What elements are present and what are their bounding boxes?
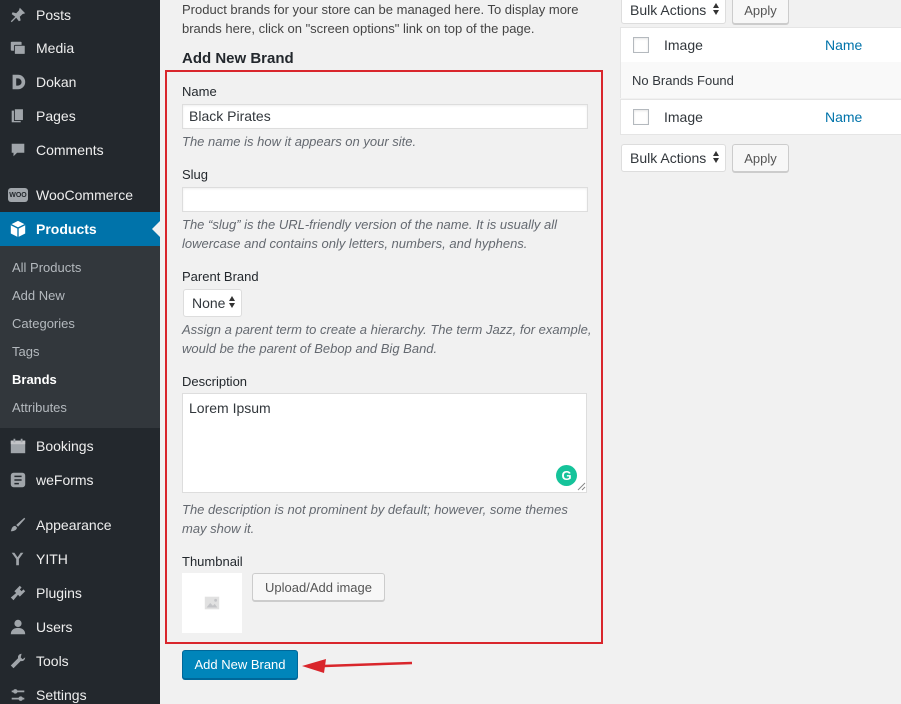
sidebar-item-label: Dokan: [36, 74, 77, 90]
pin-icon: [0, 6, 36, 24]
column-header-image: Image: [664, 37, 703, 53]
form-heading: Add New Brand: [182, 50, 294, 67]
sidebar-item-label: Pages: [36, 108, 76, 124]
yith-icon: [0, 550, 36, 568]
sidebar-item-settings[interactable]: Settings: [0, 678, 160, 704]
sidebar-item-plugins[interactable]: Plugins: [0, 576, 160, 610]
parent-brand-label: Parent Brand: [182, 269, 259, 284]
submenu-tags[interactable]: Tags: [12, 344, 39, 359]
slug-help: The “slug” is the URL-friendly version o…: [182, 217, 557, 251]
sidebar-item-label: Posts: [36, 7, 72, 23]
sidebar-item-yith[interactable]: YITH: [0, 542, 160, 576]
sidebar-item-tools[interactable]: Tools: [0, 644, 160, 678]
sidebar-item-label: Comments: [36, 142, 104, 158]
sidebar-item-label: Products: [36, 221, 97, 237]
comments-icon: [0, 141, 36, 159]
media-icon: [0, 39, 36, 57]
weforms-icon: [0, 471, 36, 489]
bulk-actions-label: Bulk Actions: [630, 150, 707, 166]
sidebar-item-label: weForms: [36, 472, 94, 488]
description-help: The description is not prominent by defa…: [182, 502, 568, 536]
sidebar-item-products[interactable]: Products: [0, 212, 160, 246]
select-arrows-icon: [713, 3, 719, 15]
sidebar-item-dokan[interactable]: Dokan: [0, 65, 160, 99]
sidebar-item-label: Settings: [36, 687, 87, 703]
sidebar-item-label: Appearance: [36, 517, 112, 533]
grammarly-icon[interactable]: G: [556, 465, 577, 486]
bulk-actions-select-top[interactable]: Bulk Actions: [621, 0, 726, 24]
woo-badge: WOO: [8, 188, 28, 202]
name-label: Name: [182, 84, 217, 99]
bulk-actions-select-bottom[interactable]: Bulk Actions: [621, 144, 726, 172]
submenu-categories[interactable]: Categories: [12, 316, 75, 331]
description-label: Description: [182, 374, 248, 389]
sidebar-item-media[interactable]: Media: [0, 31, 160, 65]
submenu-add-new[interactable]: Add New: [12, 288, 65, 303]
apply-button-bottom[interactable]: Apply: [732, 144, 789, 172]
submenu-all-products[interactable]: All Products: [12, 260, 81, 275]
bulk-actions-label: Bulk Actions: [630, 2, 707, 18]
thumbnail-preview: [182, 573, 242, 633]
select-arrows-icon: [229, 296, 235, 308]
settings-icon: [0, 686, 36, 704]
image-placeholder-icon: [204, 596, 220, 610]
sidebar-item-label: Plugins: [36, 585, 82, 601]
name-help: The name is how it appears on your site.: [182, 134, 417, 149]
description-textarea[interactable]: Lorem Ipsum: [182, 393, 587, 493]
paintbrush-icon: [0, 516, 36, 534]
parent-brand-value: None: [192, 295, 226, 311]
no-items-message: No Brands Found: [632, 72, 734, 88]
table-header-row: Image Name: [620, 27, 901, 63]
sidebar-item-pages[interactable]: Pages: [0, 99, 160, 133]
sidebar-item-label: Users: [36, 619, 73, 635]
table-empty-row: No Brands Found: [620, 62, 901, 98]
add-new-brand-button[interactable]: Add New Brand: [182, 650, 298, 679]
sidebar-item-comments[interactable]: Comments: [0, 133, 160, 167]
calendar-icon: [0, 437, 36, 455]
pointer-arrow-annotation: [302, 659, 413, 673]
sidebar-item-posts[interactable]: Posts: [0, 0, 160, 32]
select-all-checkbox[interactable]: [633, 37, 649, 53]
sidebar-item-weforms[interactable]: weForms: [0, 463, 160, 497]
dokan-icon: [0, 73, 36, 91]
sidebar-item-users[interactable]: Users: [0, 610, 160, 644]
resize-handle-icon[interactable]: [576, 481, 586, 491]
woo-icon: WOO: [0, 188, 36, 202]
thumbnail-label: Thumbnail: [182, 554, 243, 569]
products-icon: [0, 220, 36, 238]
sidebar-item-label: Media: [36, 40, 75, 56]
sidebar-item-label: WooCommerce: [36, 187, 133, 203]
upload-image-button[interactable]: Upload/Add image: [252, 573, 385, 601]
sidebar-item-woocommerce[interactable]: WOO WooCommerce: [0, 178, 160, 212]
sidebar-item-label: Bookings: [36, 438, 94, 454]
name-field[interactable]: Black Pirates: [182, 104, 588, 129]
slug-label: Slug: [182, 167, 209, 182]
apply-button-top[interactable]: Apply: [732, 0, 789, 24]
submenu-attributes[interactable]: Attributes: [12, 400, 67, 415]
products-submenu: All Products Add New Categories Tags Bra…: [0, 246, 160, 428]
submenu-brands[interactable]: Brands: [12, 372, 57, 387]
select-all-checkbox-footer[interactable]: [633, 109, 649, 125]
table-footer-row: Image Name: [620, 99, 901, 135]
sidebar-item-appearance[interactable]: Appearance: [0, 508, 160, 542]
column-header-name[interactable]: Name: [825, 37, 862, 53]
select-arrows-icon: [713, 151, 719, 163]
pages-icon: [0, 107, 36, 125]
column-footer-name[interactable]: Name: [825, 109, 862, 125]
user-icon: [0, 618, 36, 636]
sidebar-item-bookings[interactable]: Bookings: [0, 429, 160, 463]
sidebar-item-label: YITH: [36, 551, 68, 567]
intro-text: Product brands for your store can be man…: [182, 2, 579, 36]
plug-icon: [0, 584, 36, 602]
column-footer-image: Image: [664, 109, 703, 125]
sidebar-item-label: Tools: [36, 653, 69, 669]
active-menu-notch: [152, 221, 160, 237]
parent-help: Assign a parent term to create a hierarc…: [182, 322, 592, 356]
admin-sidebar: Posts Media Dokan Pages Comments WOO Woo…: [0, 0, 160, 704]
parent-brand-select[interactable]: None: [183, 289, 242, 317]
slug-field[interactable]: [182, 187, 588, 212]
wrench-icon: [0, 652, 36, 670]
